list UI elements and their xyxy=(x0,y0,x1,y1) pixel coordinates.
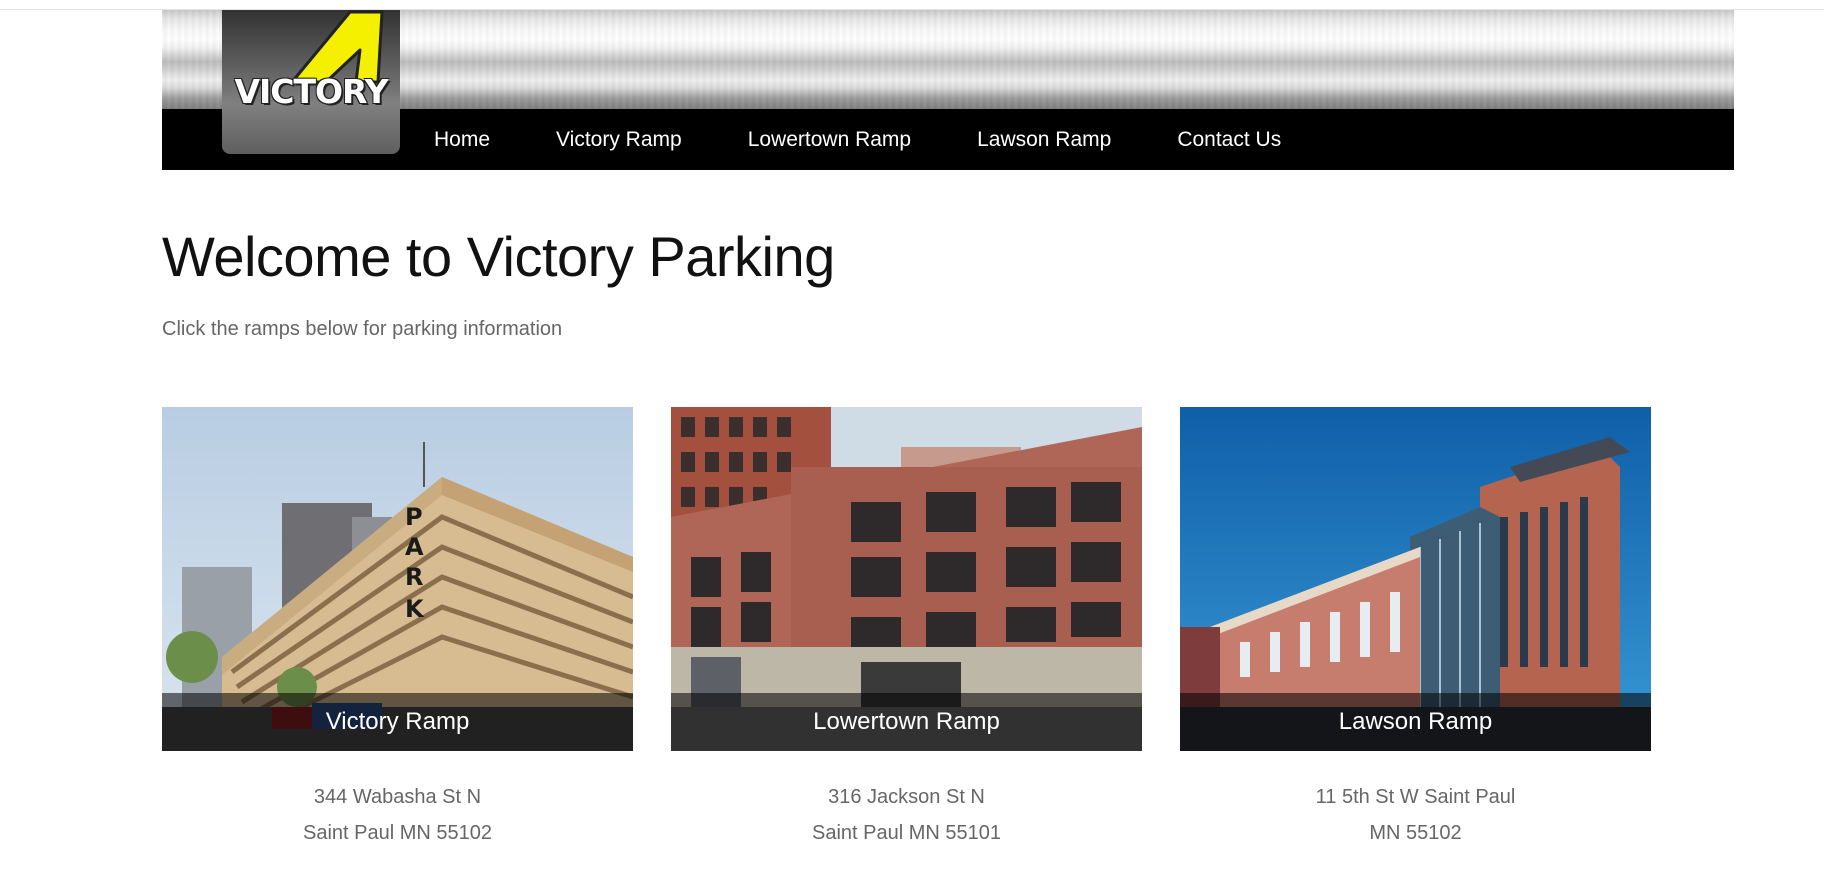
ramp-address-line1: 344 Wabasha St N xyxy=(313,786,482,808)
park-sign-letter-k: K xyxy=(405,595,425,623)
ramp-address-line2: Saint Paul MN 55101 xyxy=(811,822,1001,844)
ramp-image-lawson[interactable]: Lawson Ramp xyxy=(1180,407,1651,751)
ramp-card-lawson: Lawson Ramp 11 5th St W Saint Paul MN 55… xyxy=(1180,407,1651,851)
nav-lowertown-ramp[interactable]: Lowertown Ramp xyxy=(748,128,911,152)
ramp-caption-victory: Victory Ramp xyxy=(162,693,633,751)
nav-list: Home Victory Ramp Lowertown Ramp Lawson … xyxy=(434,109,1347,170)
nav-lawson-ramp[interactable]: Lawson Ramp xyxy=(977,128,1111,152)
ramp-address-line1: 316 Jackson St N xyxy=(828,786,985,808)
ramp-image-victory[interactable]: P A R K Victory Ramp xyxy=(162,407,633,751)
ramp-address-line2: MN 55102 xyxy=(1369,822,1462,844)
nav-contact-us[interactable]: Contact Us xyxy=(1177,128,1281,152)
park-sign-letter-a: A xyxy=(405,533,424,561)
ramp-address-line2: Saint Paul MN 55102 xyxy=(302,822,492,844)
ramp-card-lowertown: Lowertown Ramp 316 Jackson St N Saint Pa… xyxy=(671,407,1142,851)
ramp-card-victory: P A R K Victory Ramp 344 Wabasha St N Sa… xyxy=(162,407,633,851)
ramp-caption-lowertown: Lowertown Ramp xyxy=(671,693,1142,751)
site-header: Home Victory Ramp Lowertown Ramp Lawson … xyxy=(162,10,1734,170)
ramp-address-victory: 344 Wabasha St N Saint Paul MN 55102 xyxy=(162,779,633,851)
nav-home[interactable]: Home xyxy=(434,128,490,152)
ramp-address-lawson: 11 5th St W Saint Paul MN 55102 xyxy=(1180,779,1651,851)
ramp-address-lowertown: 316 Jackson St N Saint Paul MN 55101 xyxy=(671,779,1142,851)
park-sign-letter-p: P xyxy=(405,503,423,531)
victory-logo[interactable]: VICTORY xyxy=(222,10,400,154)
ramp-address-line1: 11 5th St W Saint Paul xyxy=(1315,786,1516,808)
page-title: Welcome to Victory Parking xyxy=(162,225,835,288)
page-subtitle: Click the ramps below for parking inform… xyxy=(162,318,563,340)
ramp-caption-lawson: Lawson Ramp xyxy=(1180,693,1651,751)
park-sign-letter-r: R xyxy=(405,563,423,591)
logo-text: VICTORY xyxy=(234,72,388,111)
nav-victory-ramp[interactable]: Victory Ramp xyxy=(556,128,682,152)
ramp-image-lowertown[interactable]: Lowertown Ramp xyxy=(671,407,1142,751)
